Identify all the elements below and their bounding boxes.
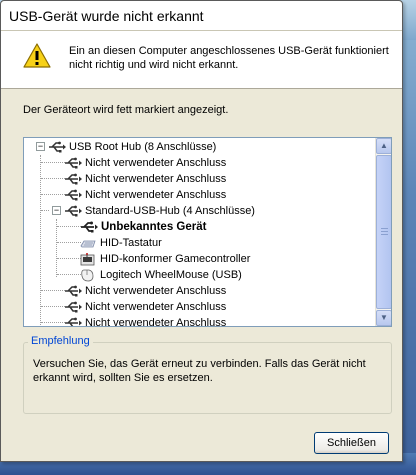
tree-item-unused-port[interactable]: Nicht verwendeter Anschluss (64, 171, 226, 187)
tree-item-label: HID-konformer Gamecontroller (100, 253, 251, 265)
tree-connector (57, 274, 81, 275)
recommendation-group: Empfehlung Versuchen Sie, das Gerät erne… (23, 335, 392, 414)
tree-item-label: Standard-USB-Hub (4 Anschlüsse) (85, 205, 255, 217)
usb-icon (65, 189, 82, 201)
tree-item-label: Nicht verwendeter Anschluss (85, 157, 227, 169)
scroll-grip (381, 228, 388, 229)
usb-icon (65, 173, 82, 185)
device-tree[interactable]: − − USB Root Hub (8 Anschlüsse) Nicht ve… (23, 137, 392, 327)
usb-error-dialog: USB-Gerät wurde nicht erkannt Ein an die… (0, 0, 403, 462)
tree-item-label: Unbekanntes Gerät (101, 221, 207, 233)
tree-item-label: Nicht verwendeter Anschluss (85, 301, 227, 313)
close-button[interactable]: Schließen (314, 432, 389, 454)
recommendation-text: Versuchen Sie, das Gerät erneut zu verbi… (33, 358, 366, 384)
error-message: Ein an diesen Computer angeschlossenes U… (69, 45, 389, 71)
title-bar[interactable]: USB-Gerät wurde nicht erkannt (1, 1, 402, 31)
vertical-scrollbar[interactable]: ▲ ▼ (375, 138, 391, 326)
tree-item-label: Nicht verwendeter Anschluss (85, 173, 227, 185)
location-label: Der Geräteort wird fett markiert angezei… (23, 104, 229, 116)
tree-connector (41, 178, 65, 179)
tree-connector (57, 258, 81, 259)
device-tree-rows: − − USB Root Hub (8 Anschlüsse) Nicht ve… (24, 138, 376, 326)
scroll-down-button[interactable]: ▼ (376, 310, 391, 326)
gamecontroller-icon (80, 252, 95, 265)
tree-item-label: Nicht verwendeter Anschluss (85, 285, 227, 297)
usb-icon (65, 157, 82, 169)
warning-icon (23, 43, 51, 68)
scroll-grip (381, 234, 388, 235)
scroll-grip (381, 231, 388, 232)
scroll-up-button[interactable]: ▲ (376, 138, 391, 154)
recommendation-legend: Empfehlung (28, 335, 93, 347)
dialog-title: USB-Gerät wurde nicht erkannt (9, 7, 204, 24)
tree-connector (41, 306, 65, 307)
tree-item-label: HID-Tastatur (100, 237, 162, 249)
usb-icon (81, 221, 98, 233)
tree-item-standard-hub[interactable]: Standard-USB-Hub (4 Anschlüsse) (64, 203, 255, 219)
keyboard-icon (80, 240, 96, 247)
tree-item-gamecontroller[interactable]: HID-konformer Gamecontroller (80, 251, 250, 267)
tree-connector (40, 155, 41, 326)
usb-icon (65, 205, 82, 217)
tree-connector (41, 194, 65, 195)
tree-item-mouse[interactable]: Logitech WheelMouse (USB) (80, 267, 242, 283)
tree-item-unknown-device[interactable]: Unbekanntes Gerät (80, 219, 206, 235)
tree-item-root-hub[interactable]: USB Root Hub (8 Anschlüsse) (48, 139, 216, 155)
tree-item-keyboard[interactable]: HID-Tastatur (80, 235, 162, 251)
tree-item-unused-port[interactable]: Nicht verwendeter Anschluss (64, 283, 226, 299)
tree-item-unused-port[interactable]: Nicht verwendeter Anschluss (64, 299, 226, 315)
tree-connector (41, 162, 65, 163)
collapse-hub-button[interactable]: − (52, 206, 61, 215)
tree-item-unused-port[interactable]: Nicht verwendeter Anschluss (64, 155, 226, 171)
tree-item-label: Nicht verwendeter Anschluss (85, 189, 227, 201)
tree-connector (56, 219, 57, 277)
tree-item-label: Logitech WheelMouse (USB) (100, 269, 242, 281)
usb-icon (65, 301, 82, 313)
scroll-thumb[interactable] (376, 155, 391, 309)
tree-connector (41, 322, 65, 323)
tree-connector (57, 242, 81, 243)
tree-item-unused-port[interactable]: Nicht verwendeter Anschluss (64, 315, 227, 327)
usb-icon (49, 141, 66, 153)
collapse-root-button[interactable]: − (36, 142, 45, 151)
tree-item-label: USB Root Hub (8 Anschlüsse) (69, 141, 217, 153)
header-panel: Ein an diesen Computer angeschlossenes U… (1, 31, 402, 89)
mouse-icon (81, 269, 94, 281)
tree-item-label: Nicht verwendeter Anschluss (85, 317, 227, 327)
tree-connector (41, 290, 65, 291)
usb-icon (65, 285, 82, 297)
tree-item-unused-port[interactable]: Nicht verwendeter Anschluss (64, 187, 226, 203)
tree-connector (57, 226, 81, 227)
tree-connector (41, 210, 49, 211)
usb-icon (65, 317, 82, 326)
